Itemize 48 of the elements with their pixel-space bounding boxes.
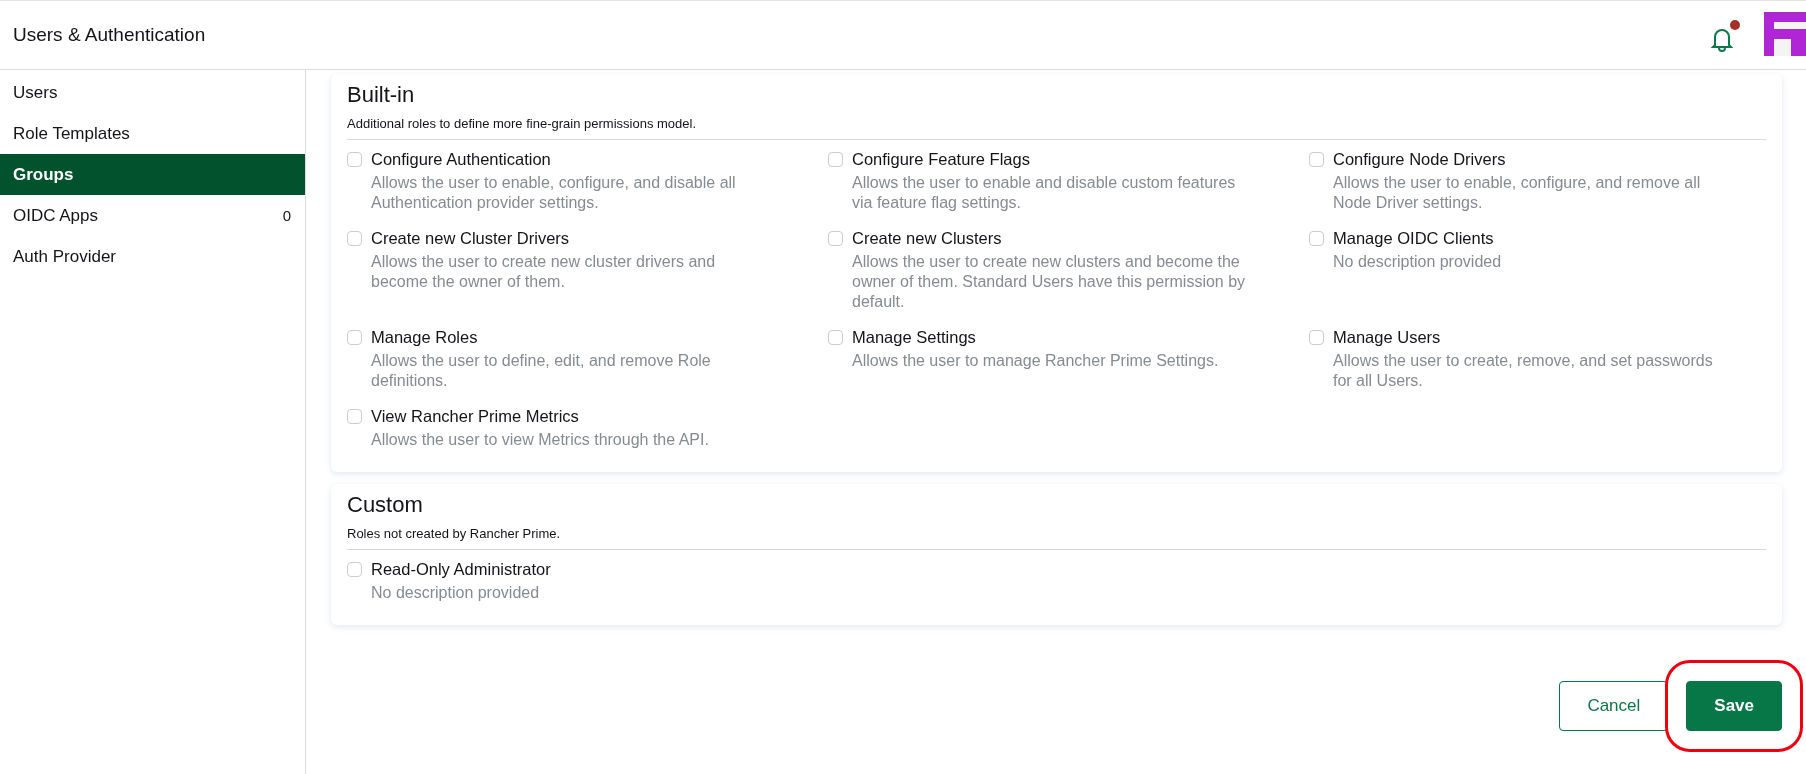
role-description: Allows the user to create new cluster drivers and become the owner of them.	[371, 252, 717, 292]
section-description: Roles not created by Rancher Prime.	[347, 526, 1766, 550]
role-label[interactable]: Configure Node Drivers	[1333, 150, 1733, 169]
role-label[interactable]: View Rancher Prime Metrics	[371, 407, 709, 426]
sidebar-item[interactable]: Groups	[0, 154, 305, 195]
checkbox[interactable]	[1309, 231, 1324, 246]
role-description: No description provided	[1333, 252, 1502, 272]
role-label[interactable]: Read-Only Administrator	[371, 560, 551, 579]
role-description: Allows the user to manage Rancher Prime Settings.	[852, 351, 1219, 371]
sidebar-item[interactable]: Users	[0, 72, 305, 113]
sidebar-item[interactable]: Auth Provider	[0, 236, 305, 277]
section-title: Custom	[347, 492, 424, 518]
checkbox[interactable]	[1309, 330, 1324, 345]
checkbox[interactable]	[347, 330, 362, 345]
checkbox[interactable]	[1309, 152, 1324, 167]
notification-bell-icon[interactable]	[1710, 26, 1734, 52]
checkbox[interactable]	[347, 562, 362, 577]
checkbox[interactable]	[347, 152, 362, 167]
page-title: Users & Authentication	[13, 24, 206, 46]
role-description: Allows the user to create new clusters and become the owner of them. Standard Users have this permission by default.	[852, 252, 1247, 312]
role-label[interactable]: Manage OIDC Clients	[1333, 229, 1502, 248]
checkbox[interactable]	[347, 409, 362, 424]
role-label[interactable]: Manage Roles	[371, 328, 771, 347]
role-label[interactable]: Manage Settings	[852, 328, 1219, 347]
role-description: Allows the user to enable, configure, and disable all Authentication provider settings.	[371, 173, 737, 213]
checkbox[interactable]	[828, 231, 843, 246]
sidebar-item[interactable]: OIDC Apps 0	[0, 195, 305, 236]
role-description: Allows the user to view Metrics through the API.	[371, 430, 709, 450]
role-label[interactable]: Manage Users	[1333, 328, 1733, 347]
role-description: No description provided	[371, 583, 541, 603]
role-description: Allows the user to enable, configure, and remove all Node Driver settings.	[1333, 173, 1702, 213]
item-count: 0	[282, 207, 291, 224]
save-button[interactable]: Save	[1686, 681, 1782, 731]
section-description: Additional roles to define more fine-grain permissions model.	[347, 116, 1766, 140]
role-description: Allows the user to create, remove, and set passwords for all Users.	[1333, 351, 1714, 391]
sidebar-item-label: OIDC Apps	[13, 205, 99, 226]
role-label[interactable]: Create new Cluster Drivers	[371, 229, 771, 248]
checkbox[interactable]	[347, 231, 362, 246]
role-label[interactable]: Configure Authentication	[371, 150, 771, 169]
role-label[interactable]: Configure Feature Flags	[852, 150, 1252, 169]
section-title: Built-in	[347, 82, 416, 108]
role-label[interactable]: Create new Clusters	[852, 229, 1252, 248]
sidebar-item[interactable]: Role Templates	[0, 113, 305, 154]
role-description: Allows the user to define, edit, and remove Role definitions.	[371, 351, 712, 391]
checkbox[interactable]	[828, 330, 843, 345]
checkbox[interactable]	[828, 152, 843, 167]
avatar-icon[interactable]	[1764, 12, 1806, 56]
role-description: Allows the user to enable and disable custom features via feature flag settings.	[852, 173, 1237, 213]
